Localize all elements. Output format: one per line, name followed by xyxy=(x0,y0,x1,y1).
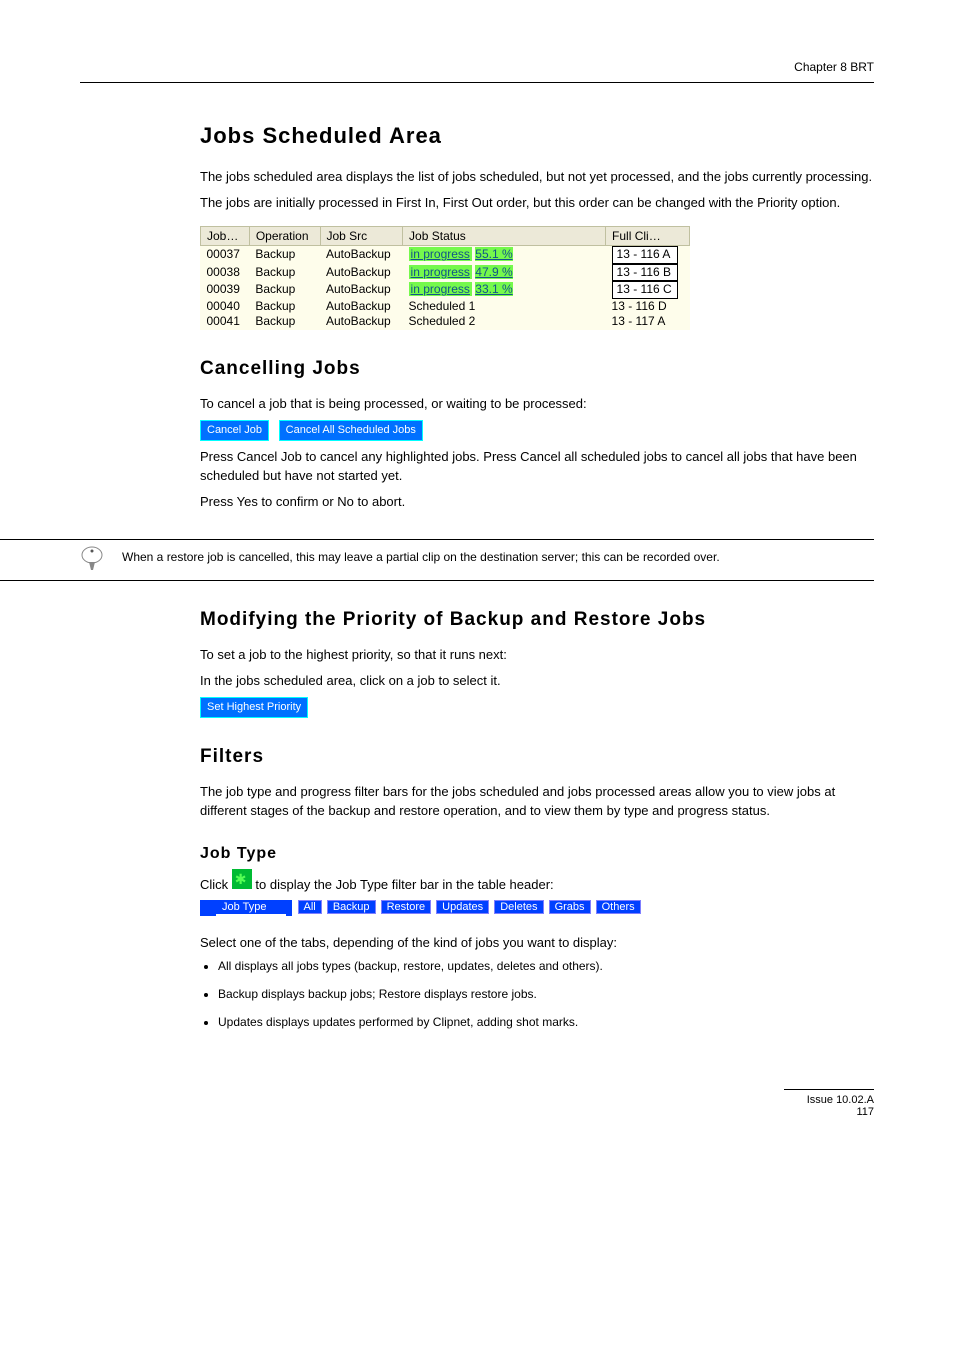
cancelling-desc: To cancel a job that is being processed,… xyxy=(200,394,874,414)
bullet-all: All displays all jobs types (backup, res… xyxy=(218,959,874,973)
table-row[interactable]: 00037 Backup AutoBackup in progress 55.1… xyxy=(201,246,690,264)
section-jobs-scheduled-title: Jobs Scheduled Area xyxy=(200,123,874,149)
col-cli[interactable]: Full Cli… xyxy=(606,227,690,246)
cancel-job-button[interactable]: Cancel Job xyxy=(200,420,269,441)
footer-page: 117 xyxy=(856,1106,874,1118)
note-rule-top xyxy=(0,539,874,540)
footer-rule xyxy=(784,1089,874,1090)
bullet-backup-restore: Backup displays backup jobs; Restore dis… xyxy=(218,987,874,1001)
jobtype-filter-bar: Job Type All Backup Restore Updates Dele… xyxy=(200,900,874,919)
jobs-scheduled-table: Job… Operation Job Src Job Status Full C… xyxy=(200,226,690,330)
cancelling-step1: Press Cancel Job to cancel any highlight… xyxy=(200,447,874,486)
filter-toggle-icon[interactable] xyxy=(232,869,252,889)
filter-tab-backup[interactable]: Backup xyxy=(327,900,376,914)
table-row[interactable]: 00039 Backup AutoBackup in progress 33.1… xyxy=(201,281,690,299)
jobtype-instruction: Click to display the Job Type filter bar… xyxy=(200,869,874,895)
table-row[interactable]: 00040 Backup AutoBackup Scheduled 1 13 -… xyxy=(201,299,690,315)
jobs-scheduled-desc2: The jobs are initially processed in Firs… xyxy=(200,193,874,213)
filter-tab-updates[interactable]: Updates xyxy=(436,900,489,914)
filter-tab-all[interactable]: All xyxy=(298,900,322,914)
top-rule xyxy=(80,82,874,83)
section-jobtype-title: Job Type xyxy=(200,845,874,863)
filter-tab-restore[interactable]: Restore xyxy=(381,900,432,914)
cancel-all-button[interactable]: Cancel All Scheduled Jobs xyxy=(279,420,423,441)
filter-bullets: All displays all jobs types (backup, res… xyxy=(218,959,874,1029)
filter-tab-grabs[interactable]: Grabs xyxy=(549,900,591,914)
filter-explain: Select one of the tabs, depending of the… xyxy=(200,933,874,953)
col-operation[interactable]: Operation xyxy=(249,227,320,246)
note-icon xyxy=(80,546,104,574)
priority-step1: In the jobs scheduled area, click on a j… xyxy=(200,671,874,691)
jobs-scheduled-desc1: The jobs scheduled area displays the lis… xyxy=(200,167,874,187)
filters-desc: The job type and progress filter bars fo… xyxy=(200,782,874,821)
section-filters-title: Filters xyxy=(200,746,874,768)
chapter-label: Chapter 8 BRT xyxy=(80,60,874,74)
priority-desc: To set a job to the highest priority, so… xyxy=(200,645,874,665)
filter-tab-others[interactable]: Others xyxy=(596,900,641,914)
note-rule-bottom xyxy=(0,580,874,581)
table-row[interactable]: 00038 Backup AutoBackup in progress 47.9… xyxy=(201,264,690,282)
section-cancelling-title: Cancelling Jobs xyxy=(200,358,874,380)
footer-issue: Issue 10.02.A xyxy=(807,1094,874,1106)
filter-tab-deletes[interactable]: Deletes xyxy=(494,900,543,914)
col-src[interactable]: Job Src xyxy=(320,227,403,246)
set-highest-priority-button[interactable]: Set Highest Priority xyxy=(200,697,308,718)
cancelling-step2: Press Yes to confirm or No to abort. xyxy=(200,492,874,512)
note-text: When a restore job is cancelled, this ma… xyxy=(122,546,874,564)
table-row[interactable]: 00041 Backup AutoBackup Scheduled 2 13 -… xyxy=(201,314,690,330)
filter-land-label: Job Type xyxy=(212,900,286,914)
col-job[interactable]: Job… xyxy=(201,227,250,246)
section-priority-title: Modifying the Priority of Backup and Res… xyxy=(200,609,874,631)
col-status[interactable]: Job Status xyxy=(403,227,606,246)
bullet-updates: Updates displays updates performed by Cl… xyxy=(218,1015,874,1029)
